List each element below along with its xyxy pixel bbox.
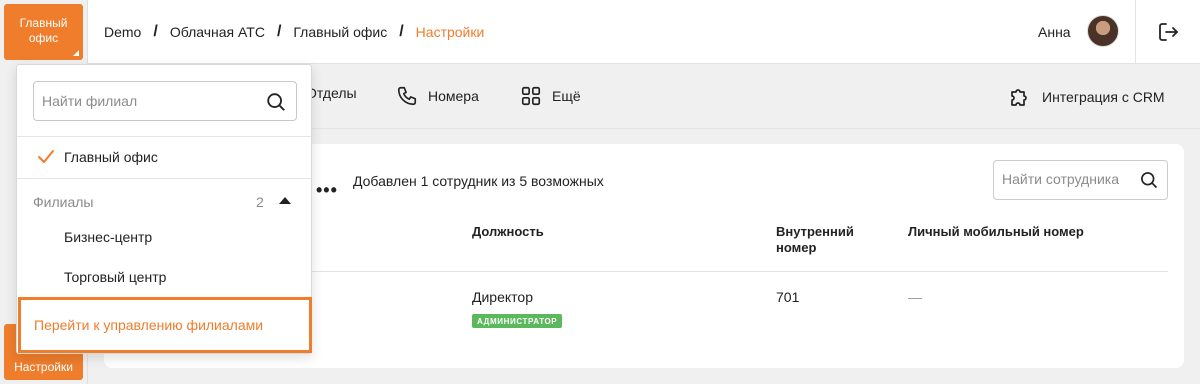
breadcrumb-separator: / (153, 23, 158, 40)
search-icon[interactable] (265, 91, 287, 113)
branches-group-count: 2 (256, 194, 264, 210)
branches-group-label: Филиалы (33, 194, 94, 210)
column-header-mobile: Личный мобильный номер (908, 224, 1084, 239)
tab-numbers-label: Номера (428, 88, 479, 104)
tab-departments-label: Отделы (306, 85, 357, 101)
column-header-internal-number: Внутренний номер (776, 224, 854, 256)
breadcrumb-separator: / (399, 23, 404, 40)
branch-item-label: Торговый центр (64, 269, 167, 285)
breadcrumb-item-cloud-pbx[interactable]: Облачная АТС (170, 24, 265, 40)
user-name[interactable]: Анна (1038, 24, 1071, 40)
collapse-up-icon[interactable] (279, 197, 291, 204)
role-badge: АДМИНИСТРАТОР (472, 314, 563, 328)
search-icon[interactable] (1139, 170, 1159, 190)
breadcrumb: Demo / Облачная АТС / Главный офис / Нас… (104, 23, 484, 41)
branch-item-business-center[interactable]: Бизнес-центр (17, 219, 311, 255)
branch-switcher-label: Главный офис (19, 16, 68, 45)
header-divider (1135, 0, 1136, 64)
branch-item-label: Главный офис (64, 149, 158, 165)
dropdown-divider (17, 178, 311, 179)
branch-search-input[interactable] (42, 93, 252, 109)
column-header-internal-number-line1: Внутренний (776, 224, 854, 239)
dropdown-divider (17, 136, 311, 137)
checkmark-icon (38, 150, 54, 163)
manage-branches-label: Перейти к управлению филиалами (34, 317, 264, 333)
corner-indicator-icon (73, 50, 79, 56)
employee-position: Директор (472, 289, 533, 305)
branch-switcher-button[interactable]: Главный офис (4, 4, 83, 60)
employees-summary: Добавлен 1 сотрудник из 5 возможных (353, 173, 604, 189)
breadcrumb-separator: / (276, 23, 282, 40)
branch-dropdown: Главный офис Филиалы 2 Бизнес-центр Торг… (16, 64, 312, 354)
puzzle-icon (1011, 89, 1027, 106)
tab-crm-label: Интеграция с CRM (1042, 89, 1165, 105)
top-header: Demo / Облачная АТС / Главный офис / Нас… (88, 0, 1200, 64)
grid-icon (521, 86, 541, 106)
breadcrumb-item-settings: Настройки (415, 24, 485, 40)
tab-numbers[interactable]: Номера (396, 85, 479, 107)
branch-item-main-office[interactable]: Главный офис (17, 139, 311, 175)
branch-item-label: Бизнес-центр (64, 229, 153, 245)
tab-more[interactable]: Ещё (520, 85, 581, 107)
breadcrumb-item-demo[interactable]: Demo (104, 24, 141, 40)
employee-search-input[interactable] (1002, 171, 1132, 187)
column-header-internal-number-line2: номер (776, 240, 817, 255)
employee-mobile: — (908, 289, 922, 305)
tab-crm-integration[interactable]: Интеграция с CRM (1008, 85, 1165, 109)
employee-search[interactable] (993, 160, 1168, 200)
logout-icon[interactable] (1156, 20, 1180, 44)
avatar[interactable] (1087, 15, 1119, 47)
tab-more-label: Ещё (552, 88, 581, 104)
branch-search[interactable] (33, 81, 297, 121)
tab-departments[interactable]: Отделы (306, 85, 357, 101)
manage-branches-link[interactable]: Перейти к управлению филиалами (18, 297, 312, 353)
settings-nav-label: Настройки (14, 360, 73, 374)
column-header-position: Должность (472, 224, 544, 239)
employee-internal-number: 701 (776, 289, 800, 305)
phone-icon (397, 86, 417, 106)
branch-item-shopping-center[interactable]: Торговый центр (17, 259, 311, 295)
breadcrumb-item-main-office[interactable]: Главный офис (293, 24, 387, 40)
more-actions-button[interactable]: ••• (316, 180, 338, 201)
